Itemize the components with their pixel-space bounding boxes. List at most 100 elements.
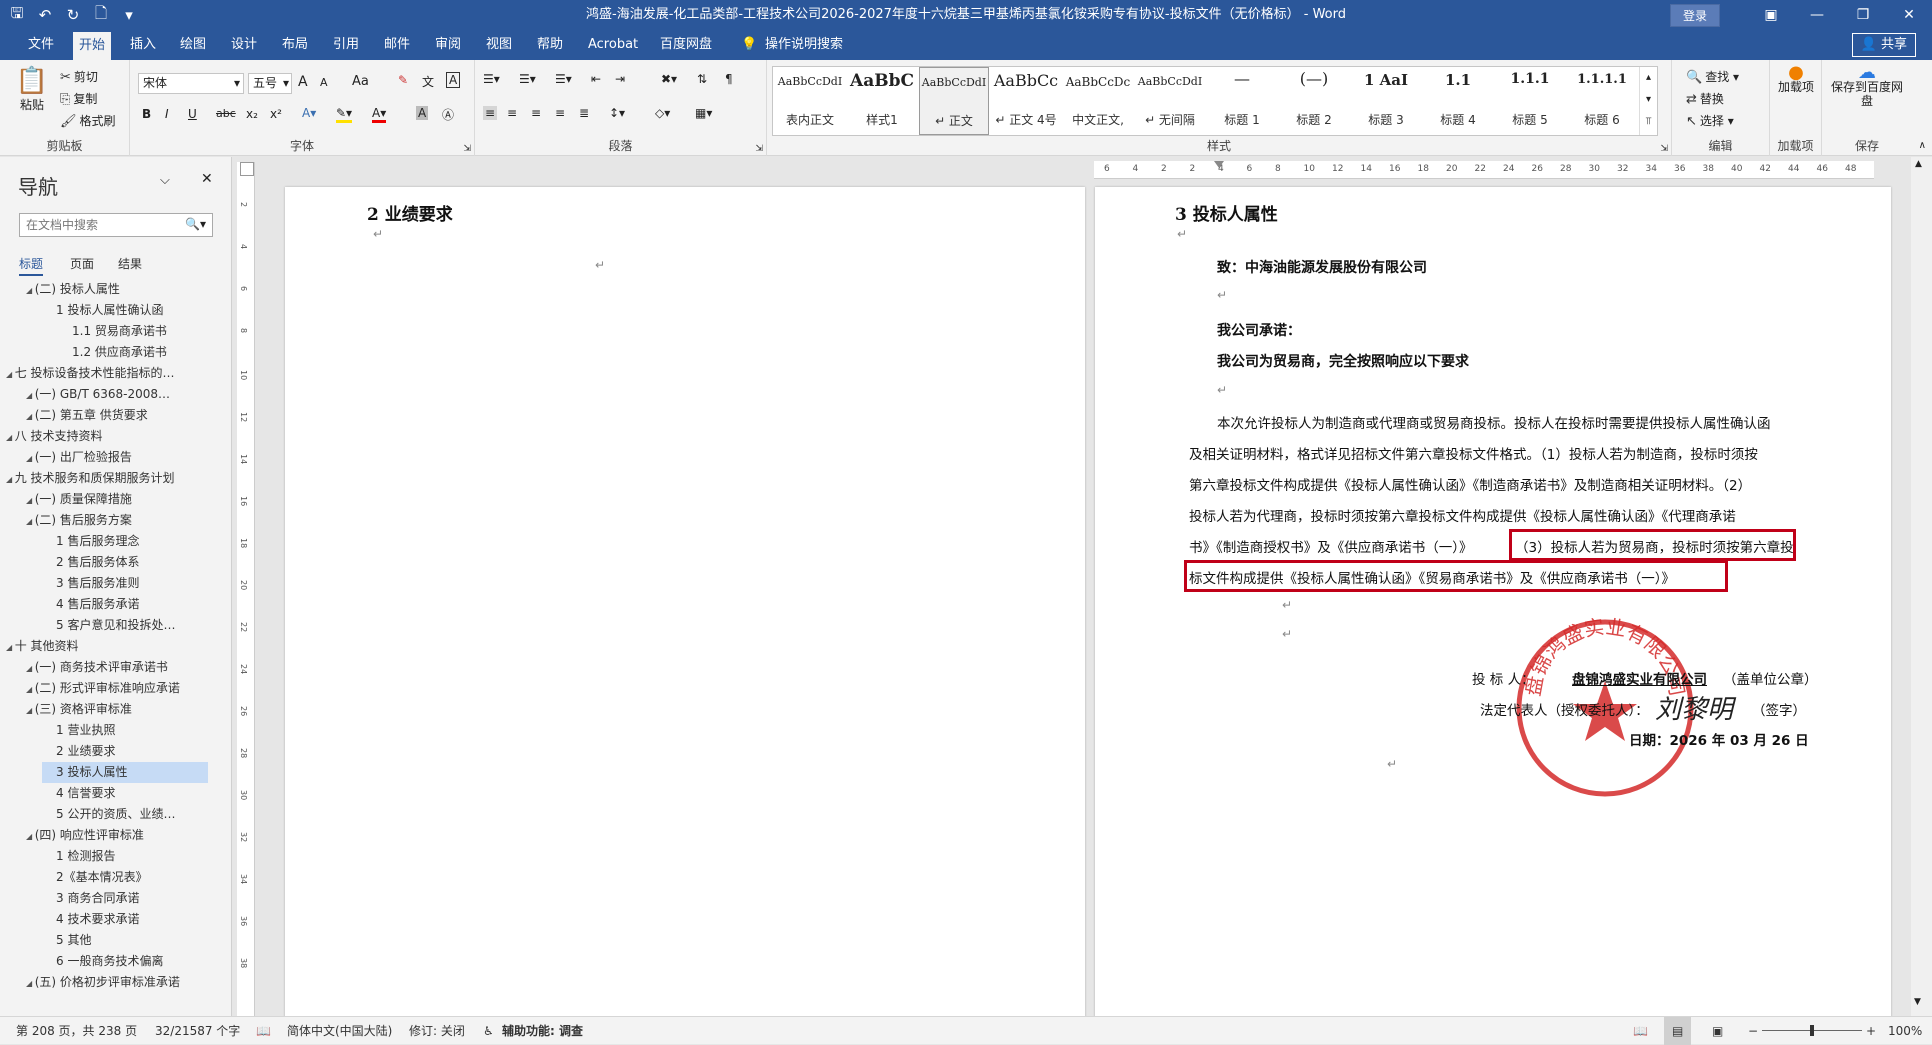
nav-heading-item[interactable]: ◢ (一) 出厂检验报告 <box>26 447 208 468</box>
tab-review[interactable]: 审阅 <box>429 30 467 60</box>
nav-heading-item[interactable]: 3 商务合同承诺 <box>42 888 208 909</box>
enclose-characters-icon[interactable]: Ⓐ <box>442 106 454 123</box>
subscript-button[interactable]: x₂ <box>246 107 258 121</box>
font-name-dropdown[interactable]: 宋体 ▾ <box>138 73 244 94</box>
nav-heading-item[interactable]: ◢ (二) 售后服务方案 <box>26 510 208 531</box>
proofing-icon[interactable]: 📖 <box>256 1017 271 1045</box>
zoom-slider-thumb[interactable] <box>1810 1025 1814 1036</box>
underline-button[interactable]: U <box>188 107 197 121</box>
web-layout-icon[interactable]: ▣ <box>1712 1017 1723 1045</box>
nav-search-input[interactable]: 在文档中搜索 <box>19 213 213 237</box>
zoom-out-icon[interactable]: − <box>1748 1017 1758 1045</box>
justify-icon[interactable]: ≡ <box>555 106 565 120</box>
tab-references[interactable]: 引用 <box>327 30 365 60</box>
read-mode-icon[interactable]: 📖 <box>1633 1017 1648 1045</box>
ribbon-display-options-icon[interactable]: ▣ <box>1748 0 1794 30</box>
vertical-ruler[interactable]: 2 4 6 8 10 12 14 16 18 20 22 24 26 28 30 32 34 36 38 <box>237 162 255 1016</box>
expand-triangle-icon[interactable]: ◢ <box>26 832 35 841</box>
nav-scrollbar[interactable] <box>216 278 226 1008</box>
borders-icon[interactable]: ▦▾ <box>695 106 712 120</box>
nav-heading-item[interactable]: 6 一般商务技术偏离 <box>42 951 208 972</box>
align-center-icon[interactable]: ≡ <box>507 106 517 120</box>
expand-triangle-icon[interactable]: ◢ <box>26 454 35 463</box>
print-layout-icon[interactable]: ▤ <box>1664 1017 1692 1045</box>
redo-icon[interactable]: ↻ <box>62 6 84 24</box>
nav-heading-item[interactable]: ◢ 九 技术服务和质保期服务计划 <box>6 468 208 489</box>
tab-selector[interactable] <box>240 162 254 176</box>
nav-tab-results[interactable]: 结果 <box>118 255 142 272</box>
nav-heading-item[interactable]: 5 其他 <box>42 930 208 951</box>
style-item[interactable]: 1.1.1 标题 5 <box>1495 67 1565 135</box>
phonetic-guide-icon[interactable]: 文 <box>422 73 434 90</box>
numbering-icon[interactable]: ☰▾ <box>519 72 536 86</box>
expand-triangle-icon[interactable]: ◢ <box>6 433 15 442</box>
style-item[interactable]: AaBbC 样式1 <box>847 67 917 135</box>
nav-heading-item[interactable]: 1 营业执照 <box>42 720 208 741</box>
word-count[interactable]: 32/21587 个字 <box>155 1017 240 1045</box>
customize-qat-icon[interactable]: ▾ <box>118 6 140 24</box>
document-page-left[interactable]: 2 业绩要求 ↵ ↵ <box>285 187 1085 1016</box>
nav-heading-item[interactable]: ◢ (一) 质量保障措施 <box>26 489 208 510</box>
distributed-icon[interactable]: ≣ <box>579 106 589 120</box>
style-item[interactable]: AaBbCcDdI ↵ 无间隔 <box>1135 67 1205 135</box>
accessibility-status[interactable]: 辅助功能: 调查 <box>502 1017 583 1045</box>
expand-triangle-icon[interactable]: ◢ <box>26 706 35 715</box>
bold-button[interactable]: B <box>142 107 151 121</box>
style-item[interactable]: AaBbCc ↵ 正文 4号 <box>991 67 1061 135</box>
document-scrollbar[interactable]: ▲ ▼ <box>1911 157 1932 1016</box>
tab-layout[interactable]: 布局 <box>276 30 314 60</box>
font-color-icon[interactable]: A▾ <box>372 106 387 123</box>
nav-heading-item[interactable]: ◢ (三) 资格评审标准 <box>26 699 208 720</box>
style-item[interactable]: AaBbCcDdI 表内正文 <box>775 67 845 135</box>
change-case-button[interactable]: Aa <box>352 74 369 89</box>
paste-button[interactable]: 📋 粘贴 <box>14 66 50 113</box>
align-right-icon[interactable]: ≡ <box>531 106 541 120</box>
zoom-level[interactable]: 100% <box>1888 1017 1922 1045</box>
grow-font-button[interactable]: A <box>298 74 308 90</box>
login-button[interactable]: 登录 <box>1669 3 1720 27</box>
select-button[interactable]: ↖ 选择 ▾ <box>1686 112 1734 129</box>
font-size-dropdown[interactable]: 五号 ▾ <box>248 73 292 94</box>
character-shading-icon[interactable]: A <box>416 106 429 120</box>
tab-view[interactable]: 视图 <box>480 30 518 60</box>
expand-triangle-icon[interactable]: ◢ <box>26 517 35 526</box>
nav-heading-item[interactable]: ◢ (一) GB/T 6368-2008… <box>26 384 208 405</box>
scroll-up-icon[interactable]: ▲ <box>1915 159 1922 169</box>
expand-triangle-icon[interactable]: ◢ <box>26 391 35 400</box>
font-dialog-launcher-icon[interactable]: ⇲ <box>463 144 471 154</box>
style-item[interactable]: (—) 标题 2 <box>1279 67 1349 135</box>
nav-heading-item[interactable]: 3 售后服务准则 <box>42 573 208 594</box>
close-icon[interactable]: ✕ <box>1886 0 1932 30</box>
nav-tab-pages[interactable]: 页面 <box>70 255 94 272</box>
align-left-icon[interactable]: ≡ <box>483 106 498 120</box>
nav-heading-item[interactable]: ◢ 八 技术支持资料 <box>6 426 208 447</box>
text-effects-icon[interactable]: A▾ <box>302 106 316 120</box>
clear-formatting-icon[interactable]: ✎ <box>398 73 408 87</box>
tab-help[interactable]: 帮助 <box>531 30 569 60</box>
line-spacing-icon[interactable]: ↕▾ <box>609 106 625 120</box>
restore-icon[interactable]: ❐ <box>1840 0 1886 30</box>
expand-triangle-icon[interactable]: ◢ <box>26 412 35 421</box>
track-changes-indicator[interactable]: 修订: 关闭 <box>409 1017 465 1045</box>
nav-heading-item[interactable]: 2 业绩要求 <box>42 741 208 762</box>
share-button[interactable]: 👤 共享 <box>1851 33 1916 57</box>
nav-heading-item[interactable]: 1.1 贸易商承诺书 <box>58 321 208 342</box>
nav-close-icon[interactable]: ✕ <box>201 171 213 187</box>
expand-triangle-icon[interactable]: ◢ <box>26 286 35 295</box>
nav-heading-item[interactable]: 1 检测报告 <box>42 846 208 867</box>
minimize-icon[interactable]: — <box>1794 0 1840 30</box>
highlight-icon[interactable]: ✎▾ <box>336 106 353 123</box>
nav-heading-item[interactable]: 2《基本情况表》 <box>42 867 208 888</box>
collapse-ribbon-icon[interactable]: ∧ <box>1919 140 1926 151</box>
copy-button[interactable]: ⎘ 复制 <box>60 90 97 107</box>
nav-heading-item[interactable]: 5 客户意见和投拆处… <box>42 615 208 636</box>
nav-heading-item[interactable]: 5 公开的资质、业绩… <box>42 804 208 825</box>
nav-heading-item[interactable]: 1 售后服务理念 <box>42 531 208 552</box>
decrease-indent-icon[interactable]: ⇤ <box>591 72 601 86</box>
addins-button[interactable]: ● 加载项 <box>1776 64 1816 95</box>
nav-heading-item[interactable]: 2 售后服务体系 <box>42 552 208 573</box>
expand-triangle-icon[interactable]: ◢ <box>6 370 15 379</box>
tab-draw[interactable]: 绘图 <box>174 30 212 60</box>
strikethrough-button[interactable]: abc <box>216 107 236 120</box>
tab-acrobat[interactable]: Acrobat <box>582 30 644 60</box>
